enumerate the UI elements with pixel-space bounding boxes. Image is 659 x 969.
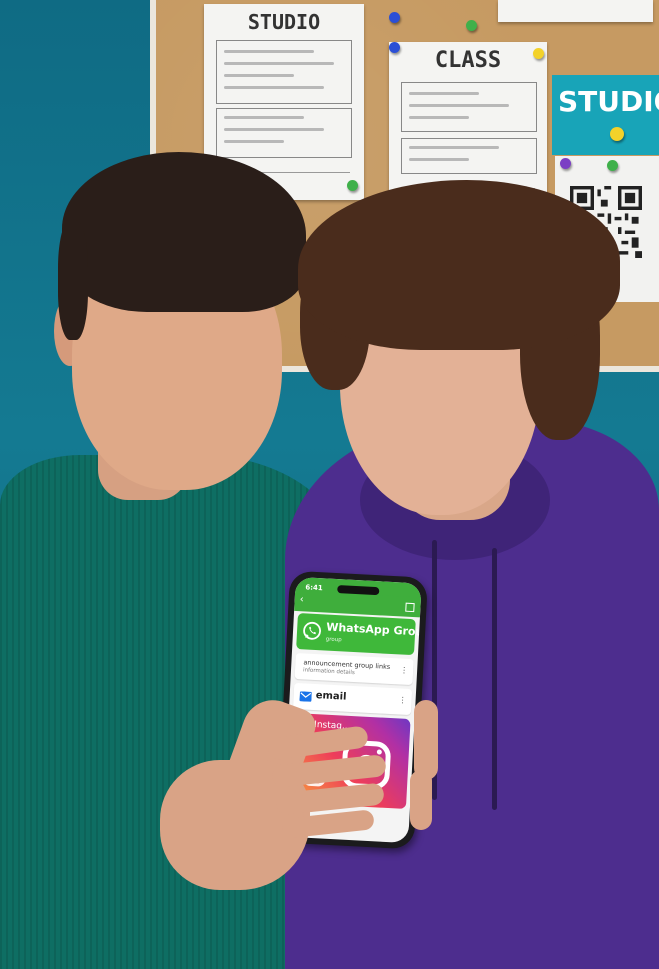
poster-scribble — [409, 158, 469, 161]
yellow-pin — [533, 48, 544, 59]
blue-pin — [389, 12, 400, 23]
poster-scribble — [224, 86, 324, 89]
blue-pin — [389, 42, 400, 53]
poster-box — [401, 138, 537, 174]
more-options-icon[interactable]: ⋮ — [400, 665, 408, 674]
green-pin — [607, 160, 618, 171]
poster-scribble — [409, 116, 469, 119]
group-links-row[interactable]: announcement group links information det… — [294, 652, 414, 686]
email-icon — [299, 691, 312, 702]
poster-scribble — [224, 128, 324, 131]
green-pin — [466, 20, 477, 31]
woman-hair-side — [58, 220, 88, 340]
poster-scribble — [409, 146, 499, 149]
teen-curly-hair — [298, 180, 620, 350]
email-label: email — [315, 690, 347, 703]
poster-scribble — [224, 62, 334, 65]
poster-scribble — [224, 50, 314, 53]
teen-finger — [414, 700, 438, 780]
poster-box — [401, 82, 537, 132]
teen-finger — [410, 770, 432, 830]
whatsapp-group-card[interactable]: WhatsApp Group group — [296, 613, 422, 656]
studio-sign-text: STUDIO — [558, 85, 659, 118]
poster-scribble — [409, 92, 479, 95]
woman-short-hair — [62, 152, 306, 312]
poster-scribble — [224, 116, 304, 119]
top-paper — [498, 0, 653, 22]
purple-pin — [560, 158, 571, 169]
menu-icon[interactable] — [405, 602, 415, 613]
photo-scene: STUDIO CLASS STUDIO — [0, 0, 659, 969]
whatsapp-group-subtitle: group — [325, 636, 342, 644]
studio-sign: STUDIO — [552, 75, 659, 155]
whatsapp-icon — [303, 621, 321, 640]
poster-scribble — [409, 104, 509, 107]
studio-poster-title: STUDIO — [247, 10, 321, 34]
more-options-icon[interactable]: ⋮ — [398, 695, 406, 704]
yellow-pin — [610, 127, 624, 141]
green-pin — [347, 180, 358, 191]
email-row[interactable]: email ⋮ — [292, 682, 413, 716]
whatsapp-group-title: WhatsApp Group — [325, 620, 422, 640]
class-poster-title: CLASS — [434, 48, 502, 73]
hoodie-drawstring — [492, 548, 497, 810]
back-arrow-icon[interactable]: ‹ — [299, 594, 304, 605]
poster-scribble — [224, 74, 294, 77]
poster-scribble — [224, 140, 284, 143]
